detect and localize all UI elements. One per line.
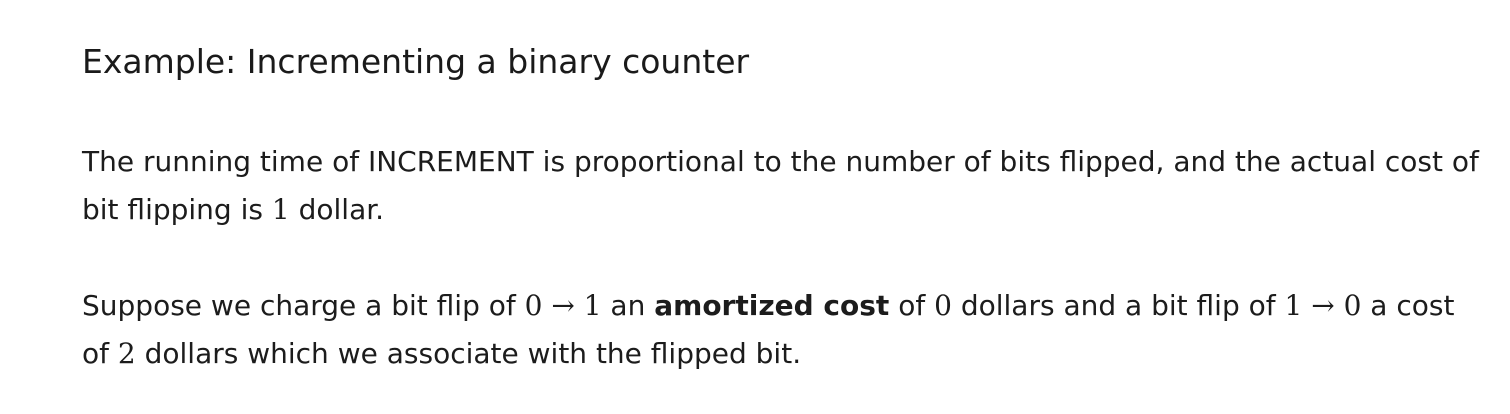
paragraph-amortized-cost: Suppose we charge a bit flip of 0 → 1 an… xyxy=(82,282,1482,378)
text-span: dollars which we associate with the flip… xyxy=(135,337,802,370)
text-span: Suppose we charge a bit flip of xyxy=(82,289,525,322)
section-heading: Example: Incrementing a binary counter xyxy=(82,42,750,81)
text-span: an xyxy=(601,289,655,322)
math-expression: 0 → 1 xyxy=(524,289,602,322)
math-expression: 1 → 0 xyxy=(1284,289,1362,322)
paragraph-increment-cost: The running time of INCREMENT is proport… xyxy=(82,138,1482,234)
text-span: dollars and a bit flip of xyxy=(951,289,1285,322)
math-value: 1 xyxy=(271,193,290,226)
text-span: of xyxy=(889,289,935,322)
math-value: 0 xyxy=(934,289,952,322)
bold-term: amortized cost xyxy=(654,289,890,322)
text-span: dollar. xyxy=(289,193,385,226)
math-value: 2 xyxy=(117,337,136,370)
